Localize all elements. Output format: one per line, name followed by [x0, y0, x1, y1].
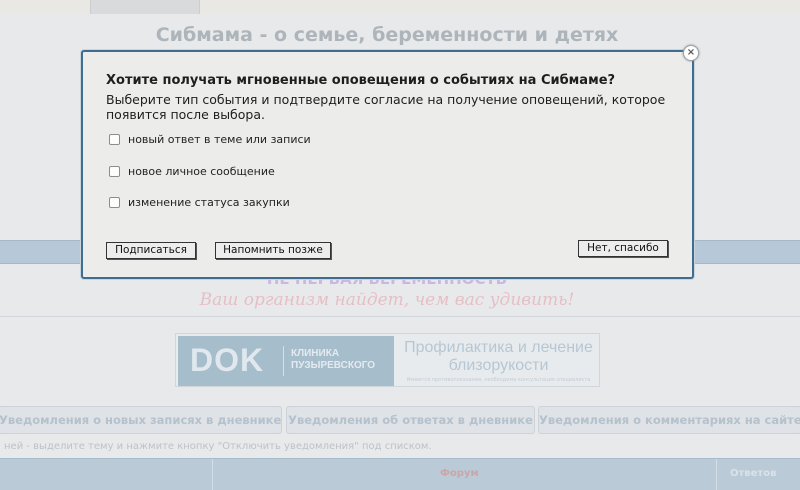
notification-dialog: × Хотите получать мгновенные оповещения … [81, 45, 699, 279]
checkbox-private-message[interactable] [109, 166, 120, 177]
subscribe-button[interactable]: Подписаться [106, 242, 196, 259]
no-thanks-button[interactable]: Нет, спасибо [578, 240, 668, 257]
dialog-title: Хотите получать мгновенные оповещения о … [106, 73, 616, 88]
checkbox-new-reply[interactable] [109, 134, 120, 145]
option-label[interactable]: новый ответ в теме или записи [128, 133, 311, 146]
option-label[interactable]: изменение статуса закупки [128, 196, 290, 209]
remind-later-button[interactable]: Напомнить позже [215, 242, 331, 259]
option-label[interactable]: новое личное сообщение [128, 165, 275, 178]
checkbox-purchase-status[interactable] [109, 197, 120, 208]
dialog-description: Выберите тип события и подтвердите согла… [106, 92, 666, 122]
close-icon[interactable]: × [683, 45, 699, 61]
